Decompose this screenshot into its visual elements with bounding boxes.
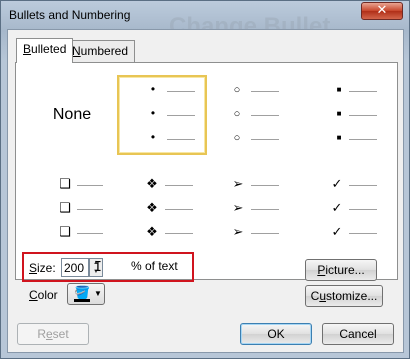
bullet-glyph: ■ [336, 109, 342, 118]
bullet-glyph: ❑ [59, 176, 71, 191]
bullet-glyph: ○ [233, 84, 241, 96]
color-dropdown-button[interactable]: 🪣 ▼ [67, 283, 105, 305]
bullet-glyph: • [150, 82, 156, 96]
bullet-glyph: ➢ [232, 224, 244, 239]
bullet-glyph: ✓ [331, 200, 343, 215]
ok-button[interactable]: OK [240, 323, 312, 345]
bullet-option-small-dot[interactable]: • • • [117, 75, 207, 155]
text-cursor-icon: I [94, 260, 102, 275]
bullet-option-hollow-circle[interactable]: ○ ○ ○ [207, 75, 297, 155]
bullet-glyph: ❖ [146, 200, 158, 215]
dialog-client: Bulleted Numbered None • • • ○ ○ ○ ■ ■ ■… [7, 29, 404, 353]
bullet-option-four-diamonds[interactable]: ❖ ❖ ❖ [117, 171, 207, 251]
bullet-glyph: ❖ [146, 224, 158, 239]
bullet-glyph: ➢ [232, 176, 244, 191]
bullet-style-grid: None • • • ○ ○ ○ ■ ■ ■ ❑ ❑ ❑ ❖ ❖ ❖ ➢ ➢ ➢… [27, 75, 387, 267]
bullet-glyph: ■ [336, 85, 342, 94]
bullet-glyph: ➢ [232, 200, 244, 215]
close-icon: ✕ [376, 3, 388, 18]
bullet-option-checkmark[interactable]: ✓ ✓ ✓ [297, 171, 387, 251]
tab-bulleted[interactable]: Bulleted [16, 38, 74, 63]
picture-button[interactable]: Picture... [305, 259, 377, 281]
bullet-glyph: • [150, 106, 156, 120]
bullet-none-label: None [52, 106, 92, 123]
bullet-panel: None • • • ○ ○ ○ ■ ■ ■ ❑ ❑ ❑ ❖ ❖ ❖ ➢ ➢ ➢… [15, 62, 398, 280]
bullet-glyph: • [150, 130, 156, 144]
title-bar[interactable]: Bullets and Numbering ✕ [1, 1, 409, 29]
bullet-option-filled-square[interactable]: ■ ■ ■ [297, 75, 387, 155]
bullet-glyph: ❖ [146, 176, 158, 191]
size-label: Size: [29, 261, 56, 275]
dialog-window: Change Bullet Bullets and Numbering ✕ Bu… [0, 0, 410, 359]
color-label: Color [29, 288, 58, 302]
bullet-option-hollow-square[interactable]: ❑ ❑ ❑ [27, 171, 117, 251]
bullet-option-none[interactable]: None [27, 75, 117, 155]
bullet-glyph: ✓ [331, 224, 343, 239]
tab-numbered[interactable]: Numbered [65, 40, 136, 62]
bullet-option-arrowhead[interactable]: ➢ ➢ ➢ [207, 171, 297, 251]
size-input[interactable]: 200 [61, 258, 89, 277]
color-swatch [74, 299, 90, 302]
dialog-title: Bullets and Numbering [9, 8, 131, 22]
customize-button[interactable]: Customize... [305, 285, 383, 307]
close-button[interactable]: ✕ [361, 2, 403, 20]
bullet-glyph: ○ [233, 132, 241, 144]
bullet-glyph: ✓ [331, 176, 343, 191]
bullet-glyph: ❑ [59, 224, 71, 239]
bullet-glyph: ❑ [59, 200, 71, 215]
chevron-down-icon: ▼ [94, 289, 102, 298]
bullet-glyph: ○ [233, 108, 241, 120]
reset-button[interactable]: Reset [17, 323, 89, 345]
bullet-glyph: ■ [336, 133, 342, 142]
size-suffix: % of text [131, 259, 178, 273]
cancel-button[interactable]: Cancel [322, 323, 394, 345]
